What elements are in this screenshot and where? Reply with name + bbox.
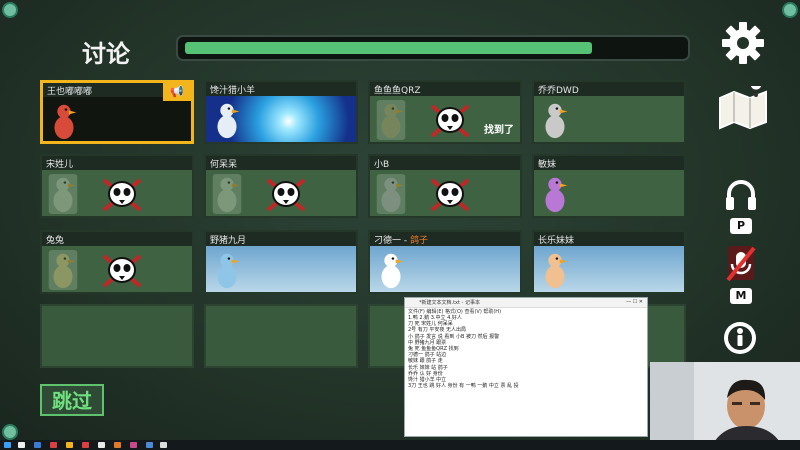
notepad-menu[interactable]: 文件(F) 编辑(E) 格式(O) 查看(V) 帮助(H)	[405, 308, 647, 315]
taskbar-app-icon[interactable]	[114, 442, 121, 448]
os-taskbar	[0, 440, 800, 450]
player-card[interactable]: 长乐妹妹	[532, 230, 686, 294]
player-avatar	[376, 100, 406, 140]
player-card[interactable]: 馋汁猎小羊	[204, 80, 358, 144]
taskbar-app-icon[interactable]	[18, 442, 25, 448]
map-icon[interactable]	[716, 86, 770, 130]
taskbar-app-icon[interactable]	[130, 442, 137, 448]
webcam-person	[650, 362, 800, 450]
taskbar-app-icon[interactable]	[146, 442, 153, 448]
player-name: 长乐妹妹	[538, 236, 575, 246]
player-avatar	[54, 104, 77, 140]
player-name: 兔兔	[46, 236, 65, 246]
empty-slot	[40, 304, 194, 368]
card-header: 乔乔DWD	[534, 82, 684, 96]
discussion-timer-bar	[176, 35, 690, 61]
role-icon[interactable]	[722, 320, 758, 356]
found-body-label: 找到了	[484, 125, 514, 136]
taskbar-app-icon[interactable]	[160, 442, 167, 448]
dead-marker-icon	[430, 178, 470, 212]
notepad-window: *新建文本文档.txt - 记事本 — ☐ ✕ 文件(F) 编辑(E) 格式(O…	[404, 297, 648, 437]
card-header: 敏妹	[534, 156, 684, 170]
player-name-tag: 鸽子	[409, 236, 428, 246]
timer-fill	[185, 42, 592, 54]
dead-marker-icon	[102, 178, 142, 212]
game-screen: 讨论 王也嘟嘟嘟 📢 馋汁猎小羊 鱼鱼鱼QRZ 找到了 乔乔DWD 宋姓儿 何呆呆 小B 敏妹兔兔…	[0, 0, 800, 450]
mic-muted-icon[interactable]	[724, 244, 758, 284]
player-name: 何呆呆	[210, 160, 238, 170]
card-header: 鱼鱼鱼QRZ	[370, 82, 520, 96]
card-header: 兔兔	[42, 232, 192, 246]
player-name: 刁德一 - 鸽子	[374, 236, 428, 246]
taskbar-app-icon[interactable]	[34, 442, 41, 448]
corner-bolt	[782, 2, 798, 18]
player-avatar	[545, 103, 568, 139]
player-card[interactable]: 敏妹	[532, 154, 686, 218]
taskbar-app-icon[interactable]	[98, 442, 105, 448]
player-avatar	[212, 174, 242, 214]
webcam-overlay	[650, 362, 800, 450]
player-name: 敏妹	[538, 160, 557, 170]
card-header: 小B	[370, 156, 520, 170]
player-avatar	[48, 250, 78, 290]
taskbar-app-icon[interactable]	[82, 442, 89, 448]
player-card[interactable]: 宋姓儿	[40, 154, 194, 218]
taskbar-app-icon[interactable]	[66, 442, 73, 448]
player-name: 野猪九月	[210, 236, 247, 246]
notepad-titlebar: *新建文本文档.txt - 记事本 — ☐ ✕	[405, 298, 647, 308]
dead-marker-icon	[266, 178, 306, 212]
player-card[interactable]: 兔兔	[40, 230, 194, 294]
card-header: 馋汁猎小羊	[206, 82, 356, 96]
player-card[interactable]: 王也嘟嘟嘟 📢	[40, 80, 194, 144]
player-name: 馋汁猎小羊	[210, 86, 256, 96]
player-name: 宋姓儿	[46, 160, 74, 170]
corner-bolt	[2, 2, 18, 18]
card-header: 刁德一 - 鸽子	[370, 232, 520, 246]
player-name: 鱼鱼鱼QRZ	[374, 86, 421, 96]
player-avatar	[376, 174, 406, 214]
window-controls[interactable]: — ☐ ✕	[626, 299, 643, 305]
card-header: 宋姓儿	[42, 156, 192, 170]
player-card[interactable]: 何呆呆	[204, 154, 358, 218]
start-icon[interactable]	[4, 442, 11, 448]
taskbar-app-icon[interactable]	[50, 442, 57, 448]
player-name: 小B	[374, 160, 390, 170]
empty-slot	[204, 304, 358, 368]
player-card[interactable]: 刁德一 - 鸽子	[368, 230, 522, 294]
headphones-key: P	[730, 218, 752, 234]
skip-vote-button[interactable]: 跳过	[40, 384, 104, 416]
notepad-line: 3刀 王也 跳 好人 身份 有 一鸭 一鹅 中立 票 乱 投	[408, 383, 519, 390]
player-name: 乔乔DWD	[538, 86, 579, 96]
player-card[interactable]: 小B	[368, 154, 522, 218]
player-card[interactable]: 鱼鱼鱼QRZ 找到了	[368, 80, 522, 144]
card-header: 长乐妹妹	[534, 232, 684, 246]
player-avatar	[545, 253, 568, 289]
player-avatar	[381, 253, 404, 289]
corner-bolt	[2, 424, 18, 440]
notepad-text[interactable]: 1.鸭 2.鹅 3.中立 4.好人刀 死 宋姓儿 何呆呆 2号 有刀 平安夜 无人…	[405, 315, 647, 389]
player-avatar	[48, 174, 78, 214]
dead-marker-icon	[102, 254, 142, 288]
mic-key: M	[730, 288, 752, 304]
megaphone-icon: 📢	[163, 83, 191, 101]
phase-title: 讨论	[82, 40, 130, 68]
player-card[interactable]: 乔乔DWD	[532, 80, 686, 144]
player-avatar	[217, 253, 240, 289]
timer-marker	[606, 40, 609, 56]
player-name: 王也嘟嘟嘟	[47, 87, 93, 97]
card-header: 何呆呆	[206, 156, 356, 170]
player-avatar	[545, 177, 568, 213]
card-header: 野猪九月	[206, 232, 356, 246]
notepad-title: *新建文本文档.txt - 记事本	[419, 300, 480, 306]
gear-icon[interactable]	[720, 20, 766, 66]
player-avatar	[217, 103, 240, 139]
headphones-icon[interactable]	[724, 178, 758, 212]
dead-marker-icon	[430, 104, 470, 138]
player-card[interactable]: 野猪九月	[204, 230, 358, 294]
